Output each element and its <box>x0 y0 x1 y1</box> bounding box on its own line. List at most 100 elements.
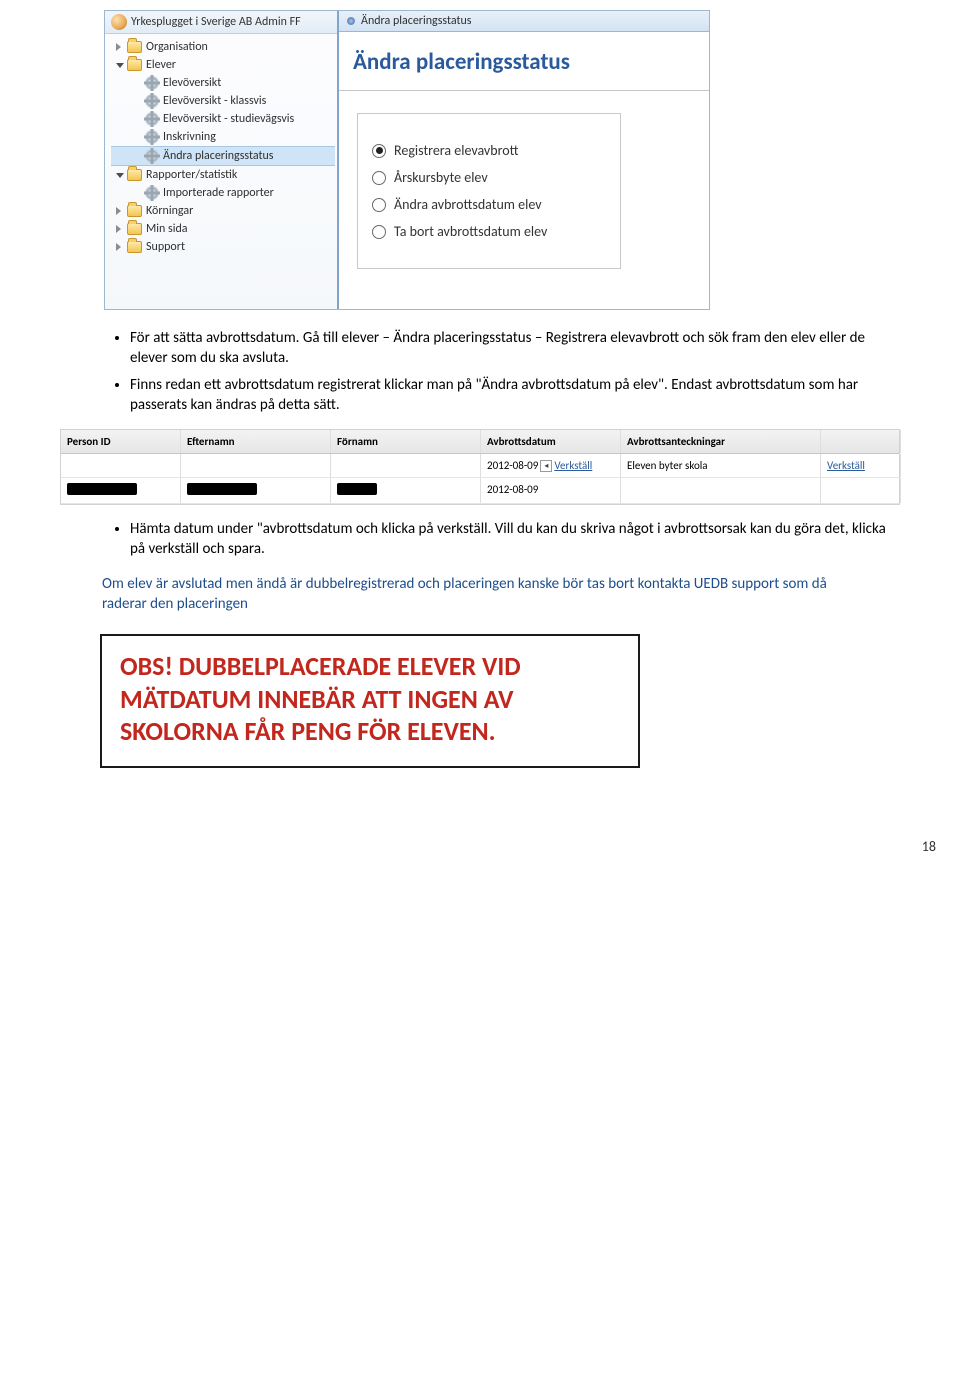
date-value: 2012-08-09 <box>487 459 538 472</box>
cell-avbrottsdatum: 2012-08-09 ◂ Verkställ <box>481 454 621 477</box>
tree-item-organisation[interactable]: Organisation <box>111 38 335 56</box>
radio-label: Årskursbyte elev <box>394 169 488 186</box>
gear-icon <box>145 149 159 163</box>
note-paragraph: Om elev är avslutad men ändå är dubbelre… <box>102 574 858 615</box>
tree-item-label: Importerade rapporter <box>163 186 274 200</box>
breadcrumb-bar: Ändra placeringsstatus <box>339 11 709 32</box>
folder-icon <box>127 41 142 53</box>
radio-icon <box>372 225 386 239</box>
obs-callout: OBS! DUBBELPLACERADE ELEVER VID MÄTDATUM… <box>100 634 640 768</box>
col-avbrottsanteckningar: Avbrottsanteckningar <box>621 430 821 453</box>
folder-icon <box>127 205 142 217</box>
gear-icon <box>145 94 159 108</box>
cell-person-id <box>61 454 181 477</box>
gear-icon <box>145 186 159 200</box>
obs-line: MÄTDATUM INNEBÄR ATT INGEN AV <box>120 683 620 716</box>
table-row: 2012-08-09 ◂ Verkställ Eleven byter skol… <box>61 454 899 478</box>
tree-item-label: Min sida <box>146 222 188 236</box>
tree-item-rapporter[interactable]: Rapporter/statistik <box>111 166 335 184</box>
table-row: 2012-08-09 <box>61 478 899 504</box>
tree-item-label: Inskrivning <box>163 130 216 144</box>
bullet-item: Hämta datum under "avbrottsdatum och kli… <box>130 519 900 560</box>
col-action <box>821 430 901 453</box>
radio-label: Registrera elevavbrott <box>394 142 519 159</box>
tree-item-andra-placeringsstatus[interactable]: Ändra placeringsstatus <box>111 146 335 166</box>
radio-label: Ta bort avbrottsdatum elev <box>394 223 547 240</box>
nav-tree: Yrkesplugget i Sverige AB Admin FF Organ… <box>105 11 339 309</box>
cell-action <box>821 478 901 503</box>
cell-action: Verkställ <box>821 454 901 477</box>
radio-arskursbyte-elev[interactable]: Årskursbyte elev <box>372 169 606 186</box>
redacted-text <box>337 483 377 495</box>
radio-label: Ändra avbrottsdatum elev <box>394 196 542 213</box>
tree-item-label: Elever <box>146 58 176 72</box>
col-efternamn: Efternamn <box>181 430 331 453</box>
folder-icon <box>127 223 142 235</box>
redacted-text <box>67 483 137 495</box>
radio-registrera-elevavbrott[interactable]: Registrera elevavbrott <box>372 142 606 159</box>
folder-icon <box>127 241 142 253</box>
gear-icon <box>145 76 159 90</box>
tree-header-title: Yrkesplugget i Sverige AB Admin FF <box>131 15 331 29</box>
calendar-icon[interactable]: ◂ <box>540 460 552 472</box>
bullet-item: För att sätta avbrottsdatum. Gå till ele… <box>130 328 900 369</box>
chevron-right-icon <box>115 225 123 233</box>
gear-icon <box>145 112 159 126</box>
obs-line: SKOLORNA FÅR PENG FÖR ELEVEN. <box>120 715 620 748</box>
app-window: Yrkesplugget i Sverige AB Admin FF Organ… <box>104 10 710 310</box>
chevron-right-icon <box>115 43 123 51</box>
gear-icon <box>145 130 159 144</box>
options-box: Registrera elevavbrott Årskursbyte elev … <box>357 113 621 269</box>
bullet-list-bottom: Hämta datum under "avbrottsdatum och kli… <box>60 519 900 560</box>
cell-avbrottsdatum: 2012-08-09 <box>481 478 621 503</box>
radio-andra-avbrottsdatum[interactable]: Ändra avbrottsdatum elev <box>372 196 606 213</box>
chevron-right-icon <box>115 207 123 215</box>
col-person-id: Person ID <box>61 430 181 453</box>
tree-item-min-sida[interactable]: Min sida <box>111 220 335 238</box>
breadcrumb-dot-icon <box>347 17 355 25</box>
chevron-right-icon <box>115 243 123 251</box>
main-panel: Ändra placeringsstatus Ändra placeringss… <box>339 11 709 309</box>
bullet-item: Finns redan ett avbrottsdatum registrera… <box>130 375 900 416</box>
folder-icon <box>127 169 142 181</box>
tree-item-label: Support <box>146 240 185 254</box>
tree-item-label: Ändra placeringsstatus <box>163 149 273 163</box>
verkstall-link[interactable]: Verkställ <box>827 459 865 472</box>
tree-item-label: Elevöversikt - studievägsvis <box>163 112 294 126</box>
tree-item-label: Rapporter/statistik <box>146 168 237 182</box>
radio-icon <box>372 198 386 212</box>
cell-person-id <box>61 478 181 503</box>
tree-item-label: Organisation <box>146 40 208 54</box>
table-header-row: Person ID Efternamn Förnamn Avbrottsdatu… <box>61 430 899 454</box>
tree-item-korningar[interactable]: Körningar <box>111 202 335 220</box>
folder-icon <box>127 59 142 71</box>
panel-title: Ändra placeringsstatus <box>339 32 709 91</box>
cell-anteckningar[interactable]: Eleven byter skola <box>621 454 821 477</box>
bullet-list-top: För att sätta avbrottsdatum. Gå till ele… <box>60 328 900 415</box>
tree-item-label: Körningar <box>146 204 193 218</box>
tree-item-elevoversikt-klassvis[interactable]: Elevöversikt - klassvis <box>111 92 335 110</box>
chevron-down-icon <box>115 61 123 69</box>
user-avatar-icon <box>111 14 127 30</box>
col-fornamn: Förnamn <box>331 430 481 453</box>
tree-item-inskrivning[interactable]: Inskrivning <box>111 128 335 146</box>
tree-item-elevoversikt[interactable]: Elevöversikt <box>111 74 335 92</box>
breadcrumb-label: Ändra placeringsstatus <box>361 14 471 28</box>
tree-item-label: Elevöversikt <box>163 76 221 90</box>
tree-item-support[interactable]: Support <box>111 238 335 256</box>
result-table: Person ID Efternamn Förnamn Avbrottsdatu… <box>60 429 900 505</box>
obs-line: OBS! DUBBELPLACERADE ELEVER VID <box>120 650 620 683</box>
cell-fornamn <box>331 454 481 477</box>
radio-icon <box>372 144 386 158</box>
cell-anteckningar <box>621 478 821 503</box>
tree-header[interactable]: Yrkesplugget i Sverige AB Admin FF <box>105 11 337 34</box>
cell-efternamn <box>181 478 331 503</box>
tree-item-elever[interactable]: Elever <box>111 56 335 74</box>
tree-item-label: Elevöversikt - klassvis <box>163 94 266 108</box>
tree-item-elevoversikt-studievagsvis[interactable]: Elevöversikt - studievägsvis <box>111 110 335 128</box>
cell-fornamn <box>331 478 481 503</box>
tree-item-importerade-rapporter[interactable]: Importerade rapporter <box>111 184 335 202</box>
radio-ta-bort-avbrottsdatum[interactable]: Ta bort avbrottsdatum elev <box>372 223 606 240</box>
verkstall-inline-link[interactable]: Verkställ <box>554 459 592 472</box>
cell-efternamn <box>181 454 331 477</box>
